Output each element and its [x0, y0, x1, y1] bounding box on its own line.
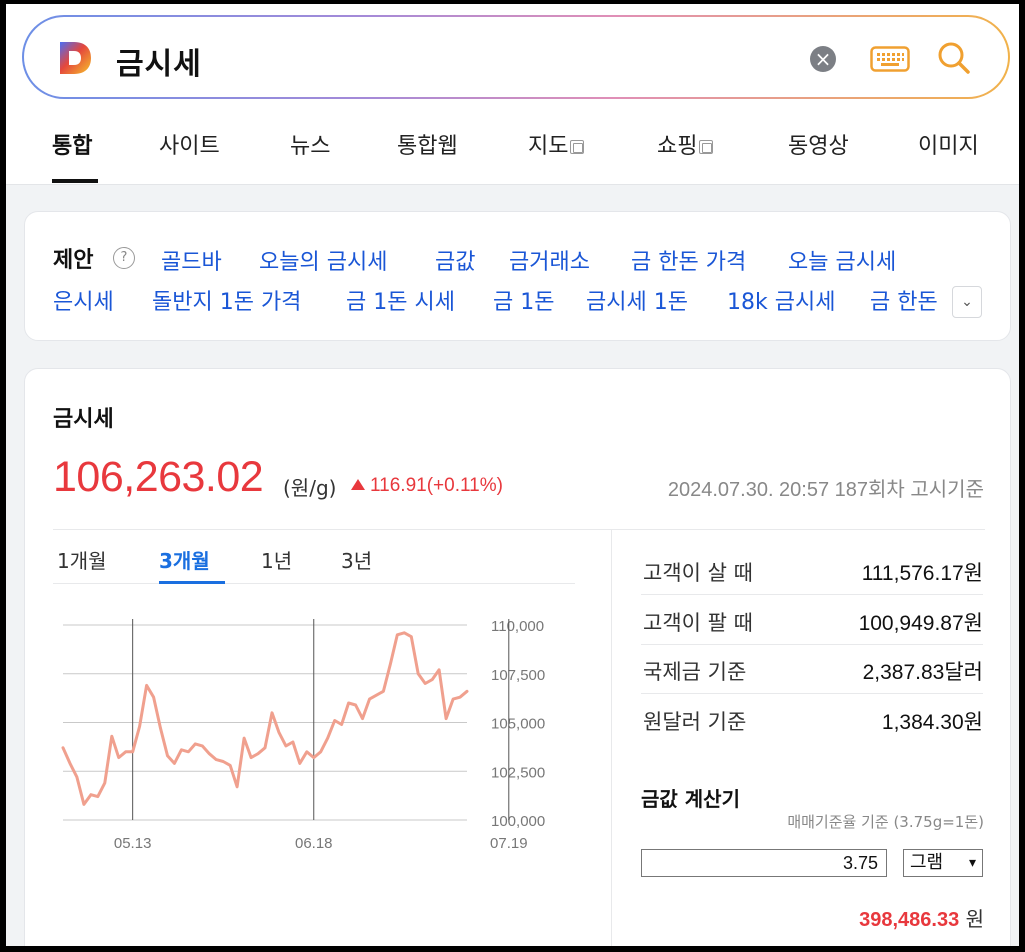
search-icon[interactable] — [936, 40, 972, 76]
period-tab-1m[interactable]: 1개월 — [57, 545, 107, 574]
gold-price-card: 금시세 106,263.02 (원/g) 116.91(+0.11%) 2024… — [24, 368, 1011, 946]
suggestion-link[interactable]: 금 한돈 — [870, 284, 946, 316]
external-link-icon — [570, 140, 585, 154]
search-box[interactable]: 금시세 × — [22, 15, 1010, 99]
tab-map[interactable]: 지도 — [528, 128, 585, 160]
period-tab-3y[interactable]: 3년 — [341, 545, 372, 574]
suggestion-link[interactable]: 금거래소 — [509, 244, 590, 276]
suggestion-link[interactable]: 18k 금시세 — [727, 284, 835, 316]
active-period-underline — [159, 581, 225, 584]
tab-site[interactable]: 사이트 — [159, 128, 220, 160]
period-tab-3m[interactable]: 3개월 — [159, 545, 210, 574]
clear-icon[interactable]: × — [810, 46, 836, 72]
suggestion-link[interactable]: 금값 — [435, 244, 475, 276]
y-tick-label: 107,500 — [491, 667, 545, 684]
x-tick-label: 05.13 — [114, 835, 152, 852]
tab-news[interactable]: 뉴스 — [290, 128, 330, 160]
suggestion-link[interactable]: 골드바 — [161, 244, 222, 276]
daum-logo — [60, 42, 91, 74]
active-tab-underline — [52, 179, 98, 183]
weight-input[interactable]: 3.75 — [641, 849, 887, 877]
suggestion-link[interactable]: 오늘의 금시세 — [259, 244, 387, 276]
y-tick-label: 102,500 — [491, 764, 545, 781]
period-tab-1y[interactable]: 1년 — [261, 545, 292, 574]
suggestion-link[interactable]: 금 1돈 — [493, 284, 554, 316]
unit-select[interactable]: 그램 ▾ — [903, 849, 983, 877]
keyboard-icon[interactable] — [870, 46, 910, 72]
tab-web[interactable]: 통합웹 — [397, 128, 458, 160]
card-title: 금시세 — [53, 407, 114, 432]
suggestion-link[interactable]: 은시세 — [53, 284, 114, 316]
search-header: 금시세 × 통합 사이트 뉴스 통합웹 지도 쇼핑 동영상 이미지 — [6, 4, 1019, 185]
tab-video[interactable]: 동영상 — [788, 128, 849, 160]
rate-row: 국제금 기준 2,387.83달러 — [641, 644, 983, 694]
search-input[interactable]: 금시세 — [116, 39, 202, 83]
expand-suggestions-button[interactable]: ⌄ — [952, 286, 982, 318]
external-link-icon — [699, 140, 714, 154]
calculator-note: 매매기준율 기준 (3.75g=1돈) — [787, 813, 984, 831]
price-chart: 110,000 107,500 105,000 102,500 100,000 05.13… — [61, 618, 545, 852]
suggestion-link[interactable]: 금 한돈 가격 — [631, 244, 746, 276]
y-tick-label: 100,000 — [491, 813, 545, 830]
chevron-down-icon: ▾ — [968, 855, 976, 871]
x-tick-label: 07.19 — [490, 835, 528, 852]
suggestion-link[interactable]: 금시세 1돈 — [586, 284, 688, 316]
rate-row: 고객이 팔 때 100,949.87원 — [641, 595, 983, 645]
rate-row: 원달러 기준 1,384.30원 — [643, 710, 983, 734]
suggestion-title: 제안 — [53, 248, 94, 273]
browser-frame: 금시세 × 통합 사이트 뉴스 통합웹 지도 쇼핑 동영상 이미지 제안 ? 골… — [6, 4, 1019, 946]
y-tick-label: 105,000 — [491, 716, 545, 733]
suggestion-link[interactable]: 오늘 금시세 — [788, 244, 896, 276]
rate-row: 고객이 살 때 111,576.17원 — [641, 545, 983, 595]
search-tabs: 통합 사이트 뉴스 통합웹 지도 쇼핑 동영상 이미지 — [6, 104, 1019, 184]
y-tick-label: 110,000 — [491, 618, 544, 635]
price-series-line — [61, 631, 469, 806]
notice-date: 2024.07.30. 20:57 187회차 고시기준 — [667, 479, 984, 501]
suggestion-card: 제안 ? 골드바 오늘의 금시세 금값 금거래소 금 한돈 가격 오늘 금시세 … — [24, 211, 1011, 341]
price-change: 116.91(+0.11%) — [351, 475, 503, 497]
suggestion-link[interactable]: 금 1돈 시세 — [346, 284, 455, 316]
calculator-result: 398,486.33 원 — [859, 907, 984, 931]
price-unit: (원/g) — [283, 476, 337, 500]
tab-all[interactable]: 통합 — [52, 128, 92, 160]
calculator-title: 금값 계산기 — [641, 787, 740, 811]
tab-shopping[interactable]: 쇼핑 — [657, 128, 714, 160]
help-icon[interactable]: ? — [113, 247, 135, 269]
up-arrow-icon — [351, 479, 365, 490]
suggestion-link[interactable]: 돌반지 1돈 가격 — [152, 284, 301, 316]
x-tick-label: 06.18 — [295, 835, 333, 852]
tab-image[interactable]: 이미지 — [918, 128, 979, 160]
current-price: 106,263.02 — [53, 453, 264, 501]
